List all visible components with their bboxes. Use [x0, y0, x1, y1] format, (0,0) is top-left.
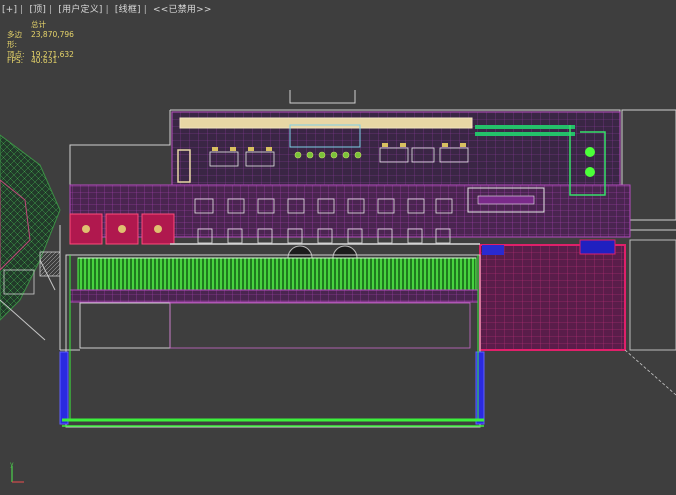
polys-value: 23,870,796: [31, 30, 74, 39]
scene-statistics: 总计 多边形: 23,870,796 顶点: 19,271,632: [7, 20, 74, 60]
fps-value: 40.631: [31, 56, 58, 65]
svg-text:y: y: [10, 462, 14, 468]
axis-gizmo-icon: y: [10, 462, 24, 483]
viewport-menu-plus[interactable]: [+]: [2, 5, 17, 15]
left-building-fragment: [0, 134, 61, 341]
separator: |: [49, 5, 53, 15]
separator: |: [105, 5, 109, 15]
separator: |: [20, 5, 24, 15]
fps-readout: FPS: 40.631: [7, 56, 57, 65]
polys-label: 多边形:: [7, 30, 22, 49]
viewport-label[interactable]: [+] | [顶] | [用户定义] | [线框] | <<已禁用>>: [2, 2, 215, 15]
main-floor: [69, 111, 676, 396]
viewport-menu-view[interactable]: [顶]: [29, 5, 46, 15]
red-booths: [69, 213, 175, 245]
viewport[interactable]: [+] | [顶] | [用户定义] | [线框] | <<已禁用>> 总计 多边形: 2…: [0, 0, 676, 495]
stats-total-label: 总计: [31, 20, 46, 29]
green-planter-row: [69, 257, 479, 303]
floor-plan-wireframe[interactable]: [0, 0, 676, 495]
viewport-menu-camera[interactable]: [用户定义]: [58, 5, 102, 15]
separator: |: [143, 5, 147, 15]
viewport-menu-disabled[interactable]: <<已禁用>>: [153, 5, 212, 15]
fps-label: FPS:: [7, 56, 24, 65]
viewport-menu-shading[interactable]: [线框]: [115, 5, 141, 15]
